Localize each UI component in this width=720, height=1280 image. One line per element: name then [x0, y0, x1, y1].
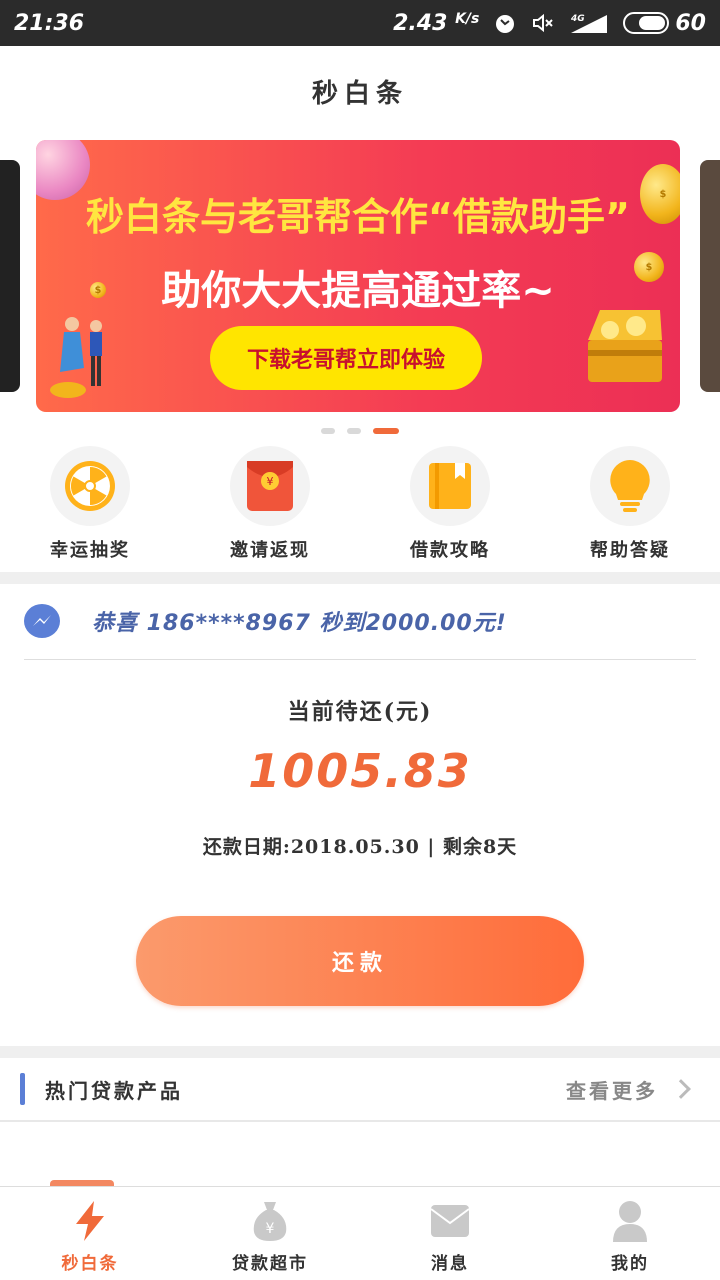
quick-action-label: 幸运抽奖 — [50, 540, 130, 561]
banner-prev-peek[interactable] — [0, 160, 20, 392]
divider-line — [24, 659, 696, 660]
banner-carousel[interactable]: 秒白条与老哥帮合作“借款助手” 助你大大提高通过率~ 下载老哥帮立即体验 — [0, 140, 720, 415]
status-time: 21:36 — [14, 10, 85, 36]
signal-icon: 4G — [570, 14, 608, 33]
battery-icon — [623, 12, 670, 34]
coin-icon — [90, 282, 106, 298]
lightning-icon — [68, 1199, 112, 1243]
svg-text:¥: ¥ — [267, 475, 274, 488]
view-more-link[interactable]: 查看更多 — [566, 1075, 691, 1104]
hot-loans-header: 热门贷款产品 查看更多 — [0, 1058, 720, 1122]
status-bar: 21:36 2.43 K/s 4G 60 — [0, 0, 720, 46]
hot-loans-title-group: 热门贷款产品 — [20, 1073, 183, 1105]
section-accent-bar — [20, 1073, 25, 1105]
bottom-navigation: 秒白条 ¥ 贷款超市 消息 我的 — [0, 1186, 720, 1280]
chevron-right-icon — [671, 1079, 691, 1099]
people-illustration — [50, 317, 102, 398]
hot-loans-title: 热门贷款产品 — [45, 1078, 183, 1103]
section-divider — [0, 1046, 720, 1058]
svg-text:¥: ¥ — [266, 1221, 275, 1237]
announcement-text: 恭喜 186****8967 秒到2000.00元! — [92, 611, 507, 636]
quick-action-help[interactable]: 帮助答疑 — [540, 444, 720, 570]
lightbulb-icon — [590, 446, 670, 526]
nav-label: 我的 — [611, 1254, 649, 1274]
battery-indicator: 60 — [623, 11, 706, 36]
svg-text:4G: 4G — [570, 14, 585, 24]
quick-action-invite-cashback[interactable]: ¥ 邀请返现 — [180, 444, 360, 570]
message-icon — [428, 1199, 472, 1243]
repayment-due-date: 还款日期:2018.05.30 | 剩余8天 — [202, 836, 518, 858]
red-envelope-icon: ¥ — [230, 446, 310, 526]
pending-repayment-amount: 1005.83 — [248, 744, 472, 798]
treasure-chest-illustration — [588, 310, 662, 382]
nav-item-messages[interactable]: 消息 — [360, 1187, 540, 1280]
quick-action-loan-guide[interactable]: 借款攻略 — [360, 444, 540, 570]
coin-icon — [640, 164, 680, 224]
repay-button[interactable]: 还款 — [136, 916, 584, 1006]
app-header: 秒白条 — [0, 46, 720, 136]
carousel-indicator — [0, 428, 720, 434]
nav-item-profile[interactable]: 我的 — [540, 1187, 720, 1280]
page-title: 秒白条 — [311, 78, 408, 109]
quick-action-label: 帮助答疑 — [590, 540, 670, 561]
coin-icon — [634, 252, 664, 282]
announcement-bar[interactable]: 恭喜 186****8967 秒到2000.00元! — [0, 584, 720, 658]
network-speed-unit: K/s — [455, 10, 480, 27]
quick-actions: 幸运抽奖 ¥ 邀请返现 借款攻略 帮助答疑 — [0, 444, 720, 570]
banner-next-peek[interactable] — [700, 160, 720, 392]
battery-level: 60 — [675, 10, 706, 36]
status-icons: 2.43 K/s 4G 60 — [393, 11, 706, 36]
carousel-dot — [347, 428, 361, 434]
user-icon — [608, 1199, 652, 1243]
nav-label: 秒白条 — [61, 1254, 119, 1274]
banner-headline: 秒白条与老哥帮合作“借款助手” — [86, 195, 630, 239]
quick-action-label: 借款攻略 — [410, 540, 490, 561]
banner-download-button[interactable]: 下载老哥帮立即体验 — [210, 326, 482, 390]
quick-action-label: 邀请返现 — [230, 540, 310, 561]
quick-action-lucky-draw[interactable]: 幸运抽奖 — [0, 444, 180, 570]
carousel-dot — [321, 428, 335, 434]
nav-label: 消息 — [431, 1254, 469, 1274]
mute-icon — [533, 13, 554, 33]
money-bag-icon: ¥ — [248, 1199, 292, 1243]
network-speed: 2.43 K/s — [393, 11, 479, 36]
pending-repayment-label: 当前待还(元) — [287, 699, 433, 725]
network-speed-value: 2.43 — [393, 10, 448, 36]
alarm-icon — [496, 15, 515, 33]
nav-item-loan-market[interactable]: ¥ 贷款超市 — [180, 1187, 360, 1280]
nav-label: 贷款超市 — [232, 1254, 308, 1274]
nav-item-home[interactable]: 秒白条 — [0, 1187, 180, 1280]
book-icon — [410, 446, 490, 526]
lucky-wheel-icon — [50, 446, 130, 526]
carousel-dot-active — [373, 428, 399, 434]
messenger-icon — [24, 604, 60, 638]
view-more-label: 查看更多 — [566, 1078, 658, 1103]
banner-slide[interactable]: 秒白条与老哥帮合作“借款助手” 助你大大提高通过率~ 下载老哥帮立即体验 — [36, 140, 680, 412]
section-divider — [0, 572, 720, 584]
